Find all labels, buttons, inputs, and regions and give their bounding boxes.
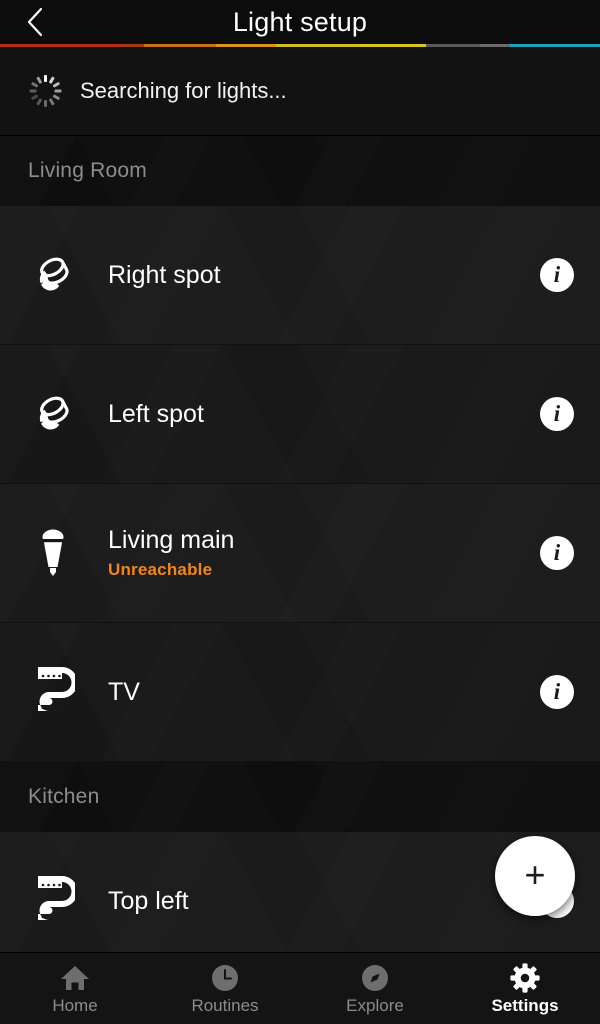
light-status-badge: Unreachable (108, 559, 213, 579)
light-name: TV (108, 677, 140, 706)
light-row-text: TV (80, 678, 540, 707)
section-header-living-room: Living Room (0, 136, 600, 206)
spinner-blade (29, 89, 36, 93)
spinner-blade (52, 94, 60, 101)
light-name: Living main (108, 526, 235, 555)
light-name: Top left (108, 886, 189, 915)
searching-label: Searching for lights... (80, 78, 287, 103)
spinner-blade (54, 89, 61, 93)
section-header-label: Kitchen (28, 785, 100, 808)
nav-item-label: Routines (191, 996, 259, 1015)
spinner-blade (43, 75, 47, 82)
spinner-blade (35, 98, 42, 106)
nav-item-label: Home (52, 996, 98, 1015)
chevron-left-icon (25, 6, 45, 38)
spinner-blade (48, 76, 55, 84)
section-header-kitchen: Kitchen (0, 762, 600, 832)
plus-icon: + (524, 853, 546, 895)
spinner-blade (48, 98, 55, 106)
light-row[interactable]: TV i (0, 623, 600, 762)
gradient-segment (426, 44, 480, 47)
gradient-segment (360, 44, 426, 47)
nav-item-label: Settings (491, 996, 559, 1015)
info-glyph: i (553, 679, 561, 704)
gradient-segment (276, 44, 360, 47)
gradient-segment (480, 44, 510, 47)
info-icon[interactable]: i (540, 536, 574, 570)
spinner-blade (35, 76, 42, 84)
info-icon[interactable]: i (540, 258, 574, 292)
light-row[interactable]: Living main Unreachable i (0, 484, 600, 623)
info-glyph: i (553, 262, 561, 287)
nav-item-explore[interactable]: Explore (300, 953, 450, 1024)
nav-item-label: Explore (346, 996, 404, 1015)
gradient-segment (144, 44, 216, 47)
gradient-segment (0, 44, 120, 47)
app-header: Light setup (0, 0, 600, 44)
light-strip-icon (26, 876, 80, 926)
gradient-segment (216, 44, 276, 47)
info-icon[interactable]: i (540, 397, 574, 431)
light-name: Right spot (108, 260, 221, 289)
info-glyph: i (553, 540, 561, 565)
page-title: Light setup (232, 7, 368, 37)
back-button[interactable] (8, 0, 62, 44)
clock-icon (211, 963, 239, 993)
light-strip-icon (26, 667, 80, 717)
light-row-text: Right spot (80, 261, 540, 290)
light-row[interactable]: Left spot i (0, 345, 600, 484)
light-row-text: Left spot (80, 400, 540, 429)
gear-icon (510, 963, 540, 993)
color-gradient-bar (0, 44, 600, 47)
nav-item-settings[interactable]: Settings (450, 953, 600, 1024)
light-name: Left spot (108, 399, 204, 428)
gradient-segment (510, 44, 600, 47)
light-row-text: Living main Unreachable (80, 526, 540, 580)
searching-status-row: Searching for lights... (0, 47, 600, 136)
spinner-blade (43, 100, 47, 107)
spinner-icon (28, 74, 62, 108)
bulb-light-icon (26, 527, 80, 579)
spot-light-icon (26, 254, 80, 296)
info-icon[interactable]: i (540, 675, 574, 709)
info-glyph: i (553, 401, 561, 426)
nav-item-routines[interactable]: Routines (150, 953, 300, 1024)
spinner-blade (30, 81, 38, 88)
spot-light-icon (26, 393, 80, 435)
bottom-navigation: Home Routines Explore Settings (0, 952, 600, 1024)
light-row-text: Top left (80, 887, 540, 916)
section-header-label: Living Room (28, 159, 147, 182)
compass-icon (361, 963, 389, 993)
light-row[interactable]: Right spot i (0, 206, 600, 345)
spinner-blade (52, 81, 60, 88)
home-icon (60, 963, 90, 993)
spinner-blade (30, 94, 38, 101)
nav-item-home[interactable]: Home (0, 953, 150, 1024)
add-light-button[interactable]: + (495, 836, 575, 916)
gradient-segment (120, 44, 144, 47)
